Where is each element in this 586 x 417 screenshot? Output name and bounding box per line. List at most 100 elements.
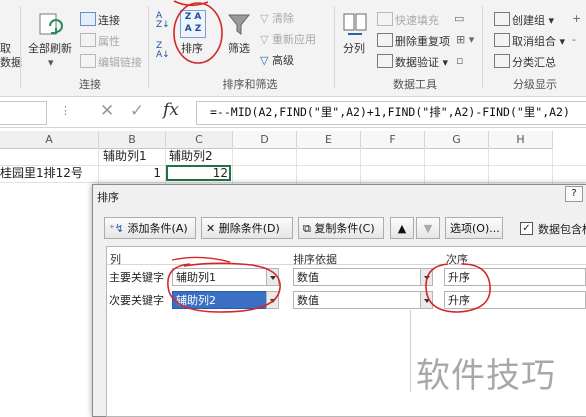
edit-links-icon — [80, 54, 96, 68]
relationships-icon[interactable]: ⊞ ▾ — [456, 33, 474, 47]
move-down-button[interactable]: ▼ — [416, 217, 440, 239]
cell-b1[interactable]: 辅助列1 — [103, 148, 147, 165]
subtotal-icon — [494, 54, 510, 68]
col-header-column: 列 — [110, 253, 121, 266]
add-level-button[interactable]: ⁺↯ 添加条件(A) — [104, 217, 196, 239]
subtotal-button[interactable]: 分类汇总 — [494, 54, 556, 70]
group-label: 创建组 — [512, 14, 545, 27]
get-data-label[interactable]: 取 — [0, 42, 11, 56]
filter-button[interactable]: 筛选 — [228, 42, 250, 56]
enter-icon[interactable]: ✓ — [130, 101, 144, 121]
text-to-columns-icon[interactable] — [342, 10, 368, 38]
edit-links-button[interactable]: 编辑链接 — [80, 54, 142, 70]
flash-fill-icon — [377, 12, 393, 26]
cell-c1[interactable]: 辅助列2 — [169, 148, 213, 165]
flash-fill-button[interactable]: 快速填充 — [377, 12, 439, 28]
clear-button[interactable]: ▽ 清除 — [260, 12, 294, 26]
gridline — [0, 165, 586, 166]
gridline — [424, 148, 425, 188]
cell-b2[interactable]: 1 — [99, 165, 161, 182]
cell-a2[interactable]: 桂园里1排12号 — [0, 165, 83, 182]
group-label-sort-filter: 排序和筛选 — [222, 78, 278, 91]
advanced-label: 高级 — [271, 54, 294, 67]
secondary-sort-on-select[interactable]: 数值 — [293, 291, 421, 309]
group-button[interactable]: 创建组 ▾ — [494, 12, 554, 28]
filter-icon[interactable] — [227, 12, 251, 36]
advanced-button[interactable]: ▽ 高级 — [260, 54, 294, 68]
column-header-b[interactable]: B — [99, 131, 166, 149]
options-button[interactable]: 选项(O)... — [445, 217, 503, 239]
refresh-dropdown-icon[interactable]: ▾ — [48, 56, 54, 70]
hide-detail-icon[interactable]: - — [572, 33, 576, 47]
column-header-g[interactable]: G — [425, 131, 489, 149]
add-level-icon: ⁺↯ — [109, 222, 128, 235]
refresh-icon[interactable] — [36, 10, 64, 38]
name-box[interactable] — [0, 101, 47, 125]
column-header-h[interactable]: H — [489, 131, 553, 149]
subtotal-label: 分类汇总 — [512, 56, 556, 69]
group-label-connections: 连接 — [79, 78, 101, 91]
get-data-label-2[interactable]: 数据 — [0, 56, 22, 70]
sort-za-icon[interactable]: Z A↓ — [156, 42, 174, 60]
list-column-divider — [410, 310, 411, 392]
insert-function-icon[interactable]: fx — [163, 100, 179, 120]
dialog-title: 排序 — [97, 191, 119, 204]
secondary-column-select[interactable]: 辅助列2 — [172, 291, 267, 309]
connections-button[interactable]: 连接 — [80, 12, 120, 28]
text-to-columns-button[interactable]: 分列 — [343, 42, 365, 56]
primary-order-select[interactable]: 升序 — [444, 268, 586, 286]
reapply-label: 重新应用 — [271, 33, 316, 46]
help-button[interactable]: ? — [565, 186, 583, 202]
properties-button[interactable]: 属性 — [80, 33, 120, 49]
checkmark-icon: ✓ — [522, 223, 531, 234]
move-up-button[interactable]: ▲ — [390, 217, 414, 239]
cell-c2[interactable]: 12 — [166, 165, 228, 182]
sort-button[interactable]: 排序 — [181, 42, 203, 56]
delete-level-label: 删除条件(D) — [218, 222, 280, 235]
show-detail-icon[interactable]: + — [572, 12, 581, 26]
chevron-down-icon[interactable] — [420, 291, 433, 309]
remove-duplicates-label: 删除重复项 — [395, 35, 450, 48]
chevron-down-icon[interactable] — [266, 268, 279, 286]
watermark-text: 软件技巧 — [416, 356, 556, 396]
advanced-icon: ▽ — [260, 54, 272, 67]
group-icon — [494, 12, 510, 26]
edit-links-label: 编辑链接 — [98, 56, 142, 69]
data-validation-button[interactable]: 数据验证 ▾ — [377, 54, 448, 70]
primary-column-select[interactable]: 辅助列1 — [172, 268, 267, 286]
column-header-a[interactable]: A — [0, 131, 99, 149]
separator — [20, 6, 21, 88]
primary-sort-on-select[interactable]: 数值 — [293, 268, 421, 286]
delete-level-button[interactable]: ✕ 删除条件(D) — [201, 217, 293, 239]
chevron-down-icon: ▾ — [545, 14, 555, 27]
properties-icon — [80, 33, 96, 47]
column-header-c[interactable]: C — [166, 131, 233, 149]
sort-az-icon[interactable]: A Z↓ — [156, 12, 174, 30]
column-header-d[interactable]: D — [233, 131, 297, 149]
refresh-all-button[interactable]: 全部刷新 — [28, 42, 72, 56]
secondary-order-select[interactable]: 升序 — [444, 291, 586, 309]
arrow-down-icon: ▼ — [423, 222, 433, 235]
sort-icon[interactable]: Z AA Z — [180, 10, 206, 38]
gridline — [552, 148, 553, 188]
manage-data-model-icon[interactable]: ▫ — [456, 54, 463, 68]
chevron-down-icon[interactable] — [266, 291, 279, 309]
ungroup-button[interactable]: 取消组合 ▾ — [494, 33, 565, 49]
separator — [148, 6, 149, 88]
column-header-e[interactable]: E — [297, 131, 361, 149]
copy-level-button[interactable]: ⧉ 复制条件(C) — [298, 217, 384, 239]
consolidate-icon[interactable]: ▭ — [454, 12, 464, 26]
group-label-data-tools: 数据工具 — [393, 78, 437, 91]
reapply-button[interactable]: ▽ 重新应用 — [260, 33, 316, 47]
arrow-up-icon: ▲ — [397, 222, 407, 235]
has-headers-checkbox[interactable]: ✓ — [520, 222, 533, 235]
gridline — [0, 182, 586, 183]
cancel-icon[interactable]: ✕ — [100, 101, 114, 121]
ungroup-icon — [494, 33, 510, 47]
remove-duplicates-button[interactable]: 删除重复项 — [377, 33, 450, 49]
separator — [334, 6, 335, 88]
column-header-f[interactable]: F — [361, 131, 425, 149]
chevron-down-icon[interactable] — [420, 268, 433, 286]
col-header-sort-on: 排序依据 — [293, 253, 337, 266]
clear-icon: ▽ — [260, 12, 272, 25]
